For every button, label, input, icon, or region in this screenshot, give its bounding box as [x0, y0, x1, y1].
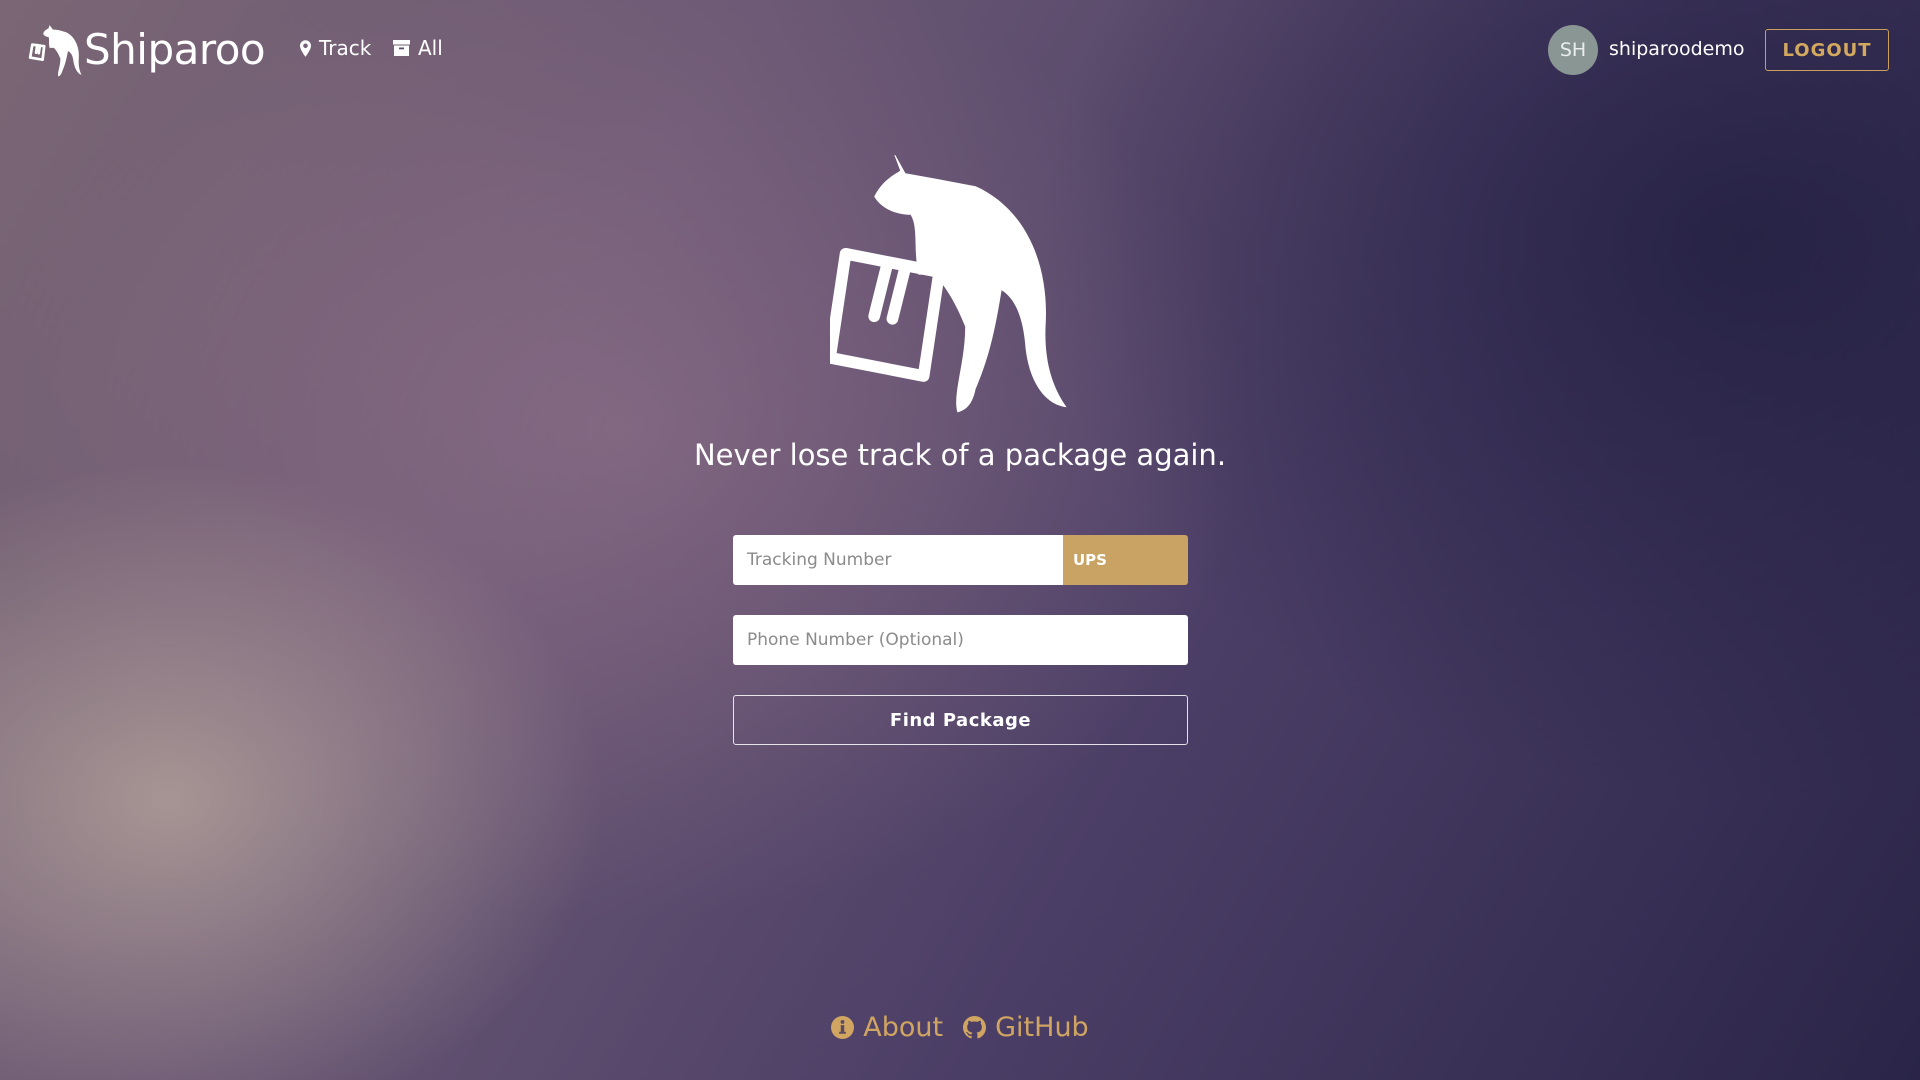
nav-all-label: All [418, 36, 443, 60]
footer-github-link[interactable]: GitHub [963, 1012, 1089, 1043]
nav-track-label: Track [319, 36, 372, 60]
username-label[interactable]: shiparoodemo [1609, 38, 1744, 60]
kangaroo-logo-icon [28, 25, 82, 77]
logout-button[interactable]: LOGOUT [1765, 29, 1889, 71]
map-marker-icon [300, 39, 311, 57]
hero-tagline: Never lose track of a package again. [693, 438, 1227, 472]
footer: About GitHub [0, 1012, 1920, 1043]
find-package-button[interactable]: Find Package [733, 695, 1188, 745]
tracking-number-input[interactable] [733, 535, 1063, 585]
brand-name: Shiparoo [84, 25, 266, 74]
brand-logo[interactable]: Shiparoo [28, 22, 266, 78]
avatar[interactable]: SH [1548, 25, 1598, 75]
footer-about-link[interactable]: About [831, 1012, 943, 1043]
footer-about-label: About [863, 1012, 944, 1043]
nav-track[interactable]: Track [300, 36, 371, 60]
carrier-select[interactable]: UPS [1063, 535, 1188, 585]
kangaroo-package-icon [830, 155, 1067, 413]
tracking-row: UPS [733, 535, 1188, 585]
phone-number-input[interactable] [733, 615, 1188, 665]
archive-box-icon [393, 40, 410, 56]
top-navbar: Shiparoo Track All SH shiparoodemo LOGOU… [0, 0, 1920, 100]
info-circle-icon [831, 1016, 855, 1039]
footer-github-label: GitHub [995, 1012, 1089, 1043]
github-icon [963, 1016, 987, 1039]
nav-all[interactable]: All [393, 36, 443, 60]
